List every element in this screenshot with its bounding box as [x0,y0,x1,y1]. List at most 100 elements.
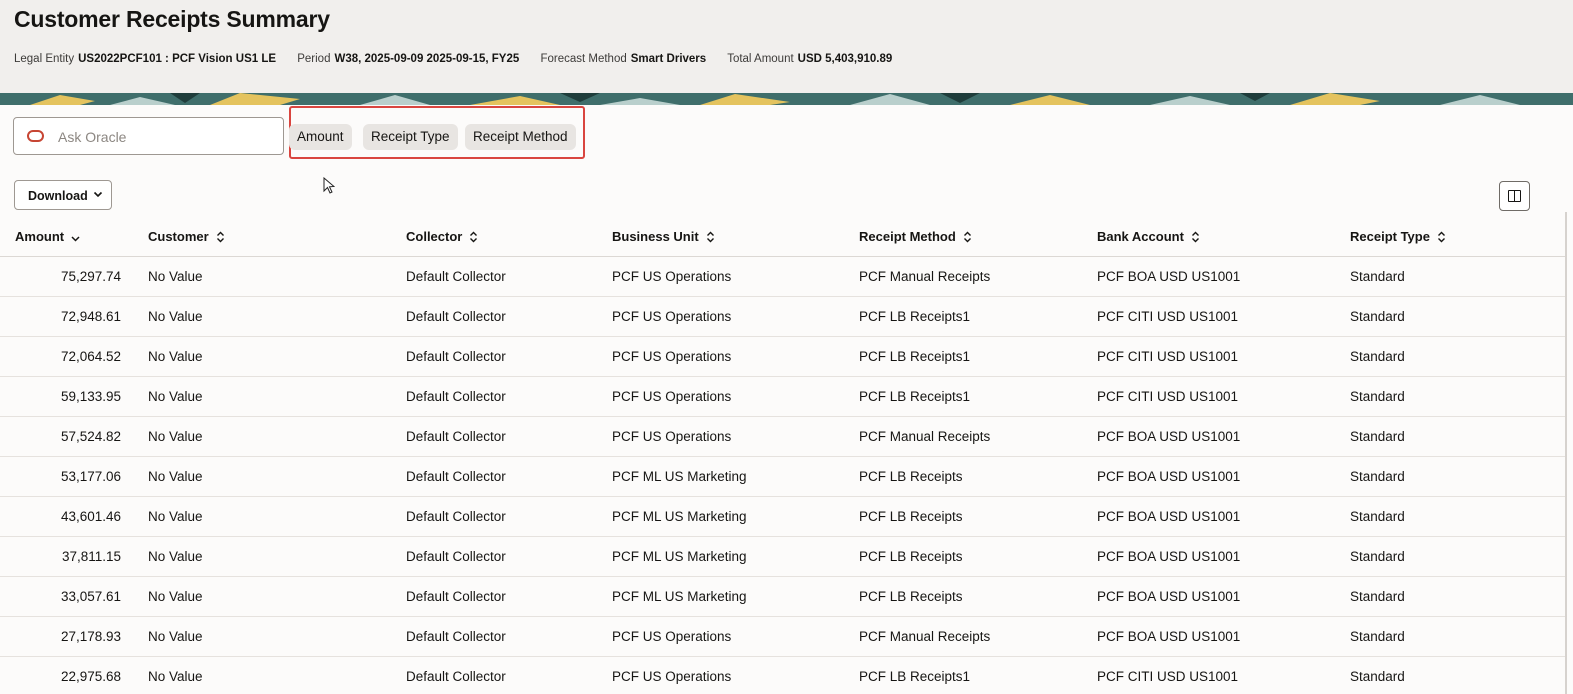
oracle-ring-icon [27,130,44,142]
column-layout-button[interactable] [1499,181,1530,211]
cell-amount: 57,524.82 [60,429,121,444]
table-row[interactable]: 72,948.61 No Value Default Collector PCF US… [0,297,1565,337]
cell-bank-account: PCF BOA USD US1001 [1097,429,1241,444]
cell-customer: No Value [148,549,203,564]
page-header: Customer Receipts Summary Legal Entity US… [0,0,1573,96]
table-header-row: Amount Customer Collector Business Unit … [0,217,1565,257]
cell-receipt-method: PCF LB Receipts1 [859,309,971,324]
cell-collector: Default Collector [406,549,506,564]
table-row[interactable]: 53,177.06 No Value Default Collector PCF ML… [0,457,1565,497]
column-header-bank-account[interactable]: Bank Account [1097,229,1200,244]
column-header-business-unit[interactable]: Business Unit [612,229,715,244]
ask-oracle-placeholder: Ask Oracle [58,129,127,145]
cell-collector: Default Collector [406,509,506,524]
table-row[interactable]: 75,297.74 No Value Default Collector PCF US… [0,257,1565,297]
download-button[interactable]: Download [14,180,112,210]
cell-amount: 43,601.46 [60,509,121,524]
cell-receipt-method: PCF LB Receipts [859,469,963,484]
sort-icon [1437,231,1445,243]
table-row[interactable]: 27,178.93 No Value Default Collector PCF US… [0,617,1565,657]
cell-amount: 59,133.95 [60,389,121,404]
ask-oracle-input[interactable]: Ask Oracle [13,117,284,155]
column-header-receipt-method[interactable]: Receipt Method [859,229,972,244]
cell-customer: No Value [148,309,203,324]
cell-business-unit: PCF ML US Marketing [612,549,747,564]
cell-customer: No Value [148,669,203,684]
table-scrollbar[interactable] [1565,212,1567,694]
meta-value-period: W38, 2025-09-09 2025-09-15, FY25 [334,53,520,65]
table-row[interactable]: 43,601.46 No Value Default Collector PCF ML… [0,497,1565,537]
cell-collector: Default Collector [406,589,506,604]
cell-bank-account: PCF CITI USD US1001 [1097,309,1239,324]
table-row[interactable]: 33,057.61 No Value Default Collector PCF ML… [0,577,1565,617]
main-content: Ask Oracle Amount Receipt Type Receipt M… [0,105,1573,694]
cell-receipt-method: PCF LB Receipts1 [859,389,971,404]
cell-receipt-method: PCF Manual Receipts [859,429,991,444]
cell-bank-account: PCF BOA USD US1001 [1097,509,1241,524]
cell-bank-account: PCF CITI USD US1001 [1097,669,1239,684]
cell-amount: 27,178.93 [60,629,121,644]
table-row[interactable]: 57,524.82 No Value Default Collector PCF US… [0,417,1565,457]
cell-amount: 72,064.52 [60,349,121,364]
cell-receipt-method: PCF Manual Receipts [859,269,991,284]
chip-receipt-type[interactable]: Receipt Type [363,124,458,150]
sort-descending-icon [71,236,80,242]
cell-bank-account: PCF BOA USD US1001 [1097,589,1241,604]
cell-amount: 53,177.06 [60,469,121,484]
cell-business-unit: PCF US Operations [612,309,732,324]
cell-receipt-type: Standard [1350,269,1405,284]
cell-amount: 37,811.15 [61,549,121,564]
cell-bank-account: PCF BOA USD US1001 [1097,629,1241,644]
cell-customer: No Value [148,509,203,524]
column-header-receipt-type[interactable]: Receipt Type [1350,229,1446,244]
column-header-customer[interactable]: Customer [148,229,225,244]
table-row[interactable]: 22,975.68 No Value Default Collector PCF US… [0,657,1565,694]
chip-receipt-method[interactable]: Receipt Method [465,124,576,150]
table-row[interactable]: 59,133.95 No Value Default Collector PCF US… [0,377,1565,417]
cell-receipt-method: PCF LB Receipts1 [859,669,971,684]
sort-icon [216,231,224,243]
cell-collector: Default Collector [406,389,506,404]
table-body: 75,297.74 No Value Default Collector PCF US… [0,257,1565,694]
cell-customer: No Value [148,589,203,604]
meta-label-legal-entity: Legal Entity [14,53,75,65]
mouse-cursor-icon [323,177,335,194]
cell-customer: No Value [148,469,203,484]
cell-collector: Default Collector [406,469,506,484]
meta-label-total-amount: Total Amount [727,53,794,65]
meta-value-legal-entity: US2022PCF101 : PCF Vision US1 LE [78,53,277,65]
cell-collector: Default Collector [406,429,506,444]
cell-customer: No Value [148,429,203,444]
cell-business-unit: PCF US Operations [612,629,732,644]
cell-receipt-method: PCF LB Receipts1 [859,349,971,364]
chip-amount[interactable]: Amount [289,124,352,150]
cell-amount: 22,975.68 [60,669,121,684]
cell-bank-account: PCF CITI USD US1001 [1097,389,1239,404]
cell-collector: Default Collector [406,669,506,684]
cell-business-unit: PCF ML US Marketing [612,469,747,484]
cell-receipt-method: PCF LB Receipts [859,549,963,564]
table-row[interactable]: 37,811.15 No Value Default Collector PCF ML… [0,537,1565,577]
column-header-amount[interactable]: Amount [15,229,80,244]
cell-receipt-type: Standard [1350,589,1405,604]
table-row[interactable]: 72,064.52 No Value Default Collector PCF US… [0,337,1565,377]
cell-bank-account: PCF BOA USD US1001 [1097,549,1241,564]
cell-receipt-type: Standard [1350,389,1405,404]
cell-amount: 33,057.61 [60,589,121,604]
cell-amount: 75,297.74 [60,269,121,284]
cell-bank-account: PCF BOA USD US1001 [1097,269,1241,284]
meta-value-total-amount: USD 5,403,910.89 [797,53,893,65]
sort-icon [470,231,478,243]
cell-business-unit: PCF US Operations [612,349,732,364]
cell-receipt-type: Standard [1350,509,1405,524]
decorative-banner [0,93,1573,105]
page-title: Customer Receipts Summary [14,6,330,32]
column-header-collector[interactable]: Collector [406,229,478,244]
cell-collector: Default Collector [406,309,506,324]
cell-collector: Default Collector [406,269,506,284]
cell-receipt-type: Standard [1350,309,1405,324]
cell-customer: No Value [148,629,203,644]
cell-receipt-method: PCF LB Receipts [859,589,963,604]
cell-receipt-type: Standard [1350,669,1405,684]
meta-label-period: Period [297,53,331,65]
